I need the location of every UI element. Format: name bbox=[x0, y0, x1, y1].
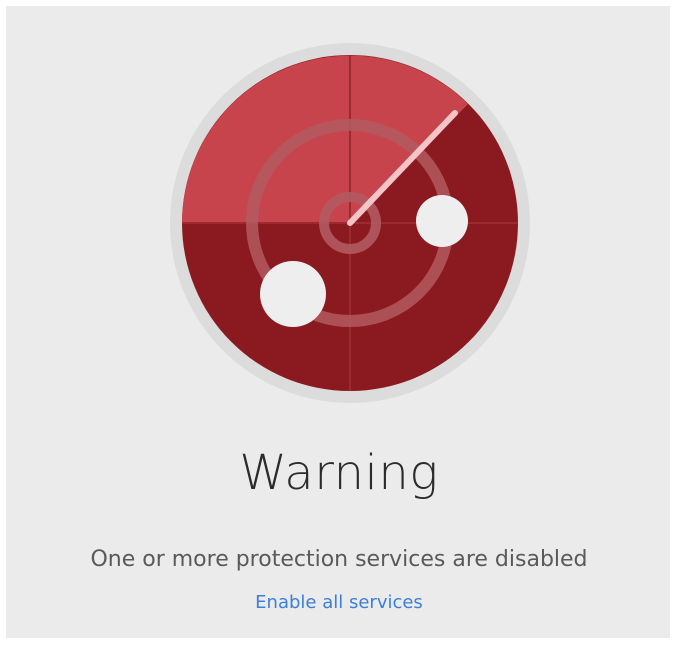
radar-blip-small bbox=[416, 195, 468, 247]
status-title: Warning bbox=[239, 445, 439, 501]
status-message: One or more protection services are disa… bbox=[90, 547, 588, 572]
enable-all-services-link[interactable]: Enable all services bbox=[255, 592, 423, 613]
enable-all-services-link-row: Enable all services bbox=[0, 592, 678, 613]
radar-icon-graphic bbox=[170, 43, 530, 403]
radar-blip-large bbox=[260, 261, 326, 327]
radar-warning-icon bbox=[165, 38, 535, 408]
